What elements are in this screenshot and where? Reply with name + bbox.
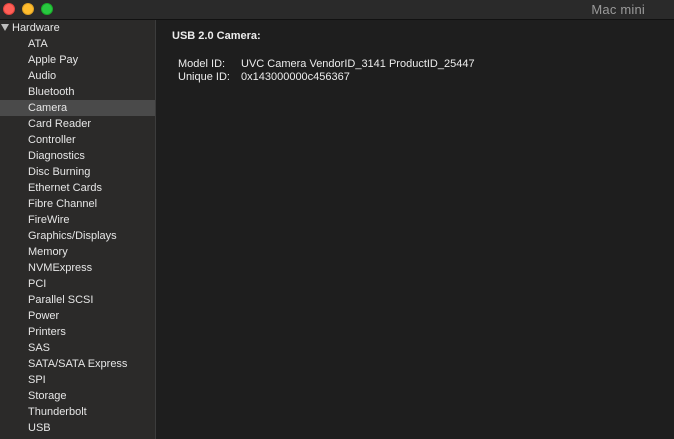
zoom-button[interactable] <box>41 3 53 15</box>
sidebar-item-usb[interactable]: USB <box>0 420 155 436</box>
sidebar-item-sas[interactable]: SAS <box>0 340 155 356</box>
model-id-label: Model ID: <box>178 58 226 70</box>
sidebar-item-ata[interactable]: ATA <box>0 36 155 52</box>
sidebar-item-ethernet-cards[interactable]: Ethernet Cards <box>0 180 155 196</box>
sidebar-item-card-reader[interactable]: Card Reader <box>0 116 155 132</box>
disclosure-triangle-icon[interactable] <box>1 24 9 31</box>
sidebar-item-controller[interactable]: Controller <box>0 132 155 148</box>
close-button[interactable] <box>3 3 15 15</box>
sidebar-item-diagnostics[interactable]: Diagnostics <box>0 148 155 164</box>
sidebar-item-graphics-displays[interactable]: Graphics/Displays <box>0 228 155 244</box>
model-id-row: Model ID: UVC Camera VendorID_3141 Produc… <box>178 58 475 70</box>
sidebar-item-thunderbolt[interactable]: Thunderbolt <box>0 404 155 420</box>
section-label: Hardware <box>12 22 60 34</box>
sidebar-item-printers[interactable]: Printers <box>0 324 155 340</box>
hardware-section-header[interactable]: Hardware <box>0 20 155 36</box>
sidebar-item-pci[interactable]: PCI <box>0 276 155 292</box>
sidebar-item-nvmexpress[interactable]: NVMExpress <box>0 260 155 276</box>
sidebar-item-sata-express[interactable]: SATA/SATA Express <box>0 356 155 372</box>
sidebar-item-apple-pay[interactable]: Apple Pay <box>0 52 155 68</box>
sidebar-item-bluetooth[interactable]: Bluetooth <box>0 84 155 100</box>
title-bar: Mac mini <box>0 0 674 20</box>
sidebar-item-power[interactable]: Power <box>0 308 155 324</box>
unique-id-value: 0x143000000c456367 <box>241 71 350 83</box>
sidebar-item-spi[interactable]: SPI <box>0 372 155 388</box>
sidebar-item-storage[interactable]: Storage <box>0 388 155 404</box>
sidebar-item-parallel-scsi[interactable]: Parallel SCSI <box>0 292 155 308</box>
sidebar-item-audio[interactable]: Audio <box>0 68 155 84</box>
sidebar-item-fibre-channel[interactable]: Fibre Channel <box>0 196 155 212</box>
detail-pane: USB 2.0 Camera: Model ID: UVC Camera Vend… <box>157 20 674 439</box>
sidebar-item-camera[interactable]: Camera <box>0 100 155 116</box>
unique-id-row: Unique ID: 0x143000000c456367 <box>178 71 350 83</box>
sidebar-item-disc-burning[interactable]: Disc Burning <box>0 164 155 180</box>
sidebar-item-firewire[interactable]: FireWire <box>0 212 155 228</box>
minimize-button[interactable] <box>22 3 34 15</box>
model-id-value: UVC Camera VendorID_3141 ProductID_25447 <box>241 58 475 70</box>
hardware-list: ATA Apple Pay Audio Bluetooth Camera Car… <box>0 36 155 436</box>
unique-id-label: Unique ID: <box>178 71 230 83</box>
sidebar-item-memory[interactable]: Memory <box>0 244 155 260</box>
system-information-window: Mac mini Hardware ATA Apple Pay Audio Bl… <box>0 0 674 439</box>
device-title: USB 2.0 Camera: <box>172 30 261 42</box>
window-title: Mac mini <box>591 2 645 17</box>
sidebar[interactable]: Hardware ATA Apple Pay Audio Bluetooth C… <box>0 20 156 439</box>
